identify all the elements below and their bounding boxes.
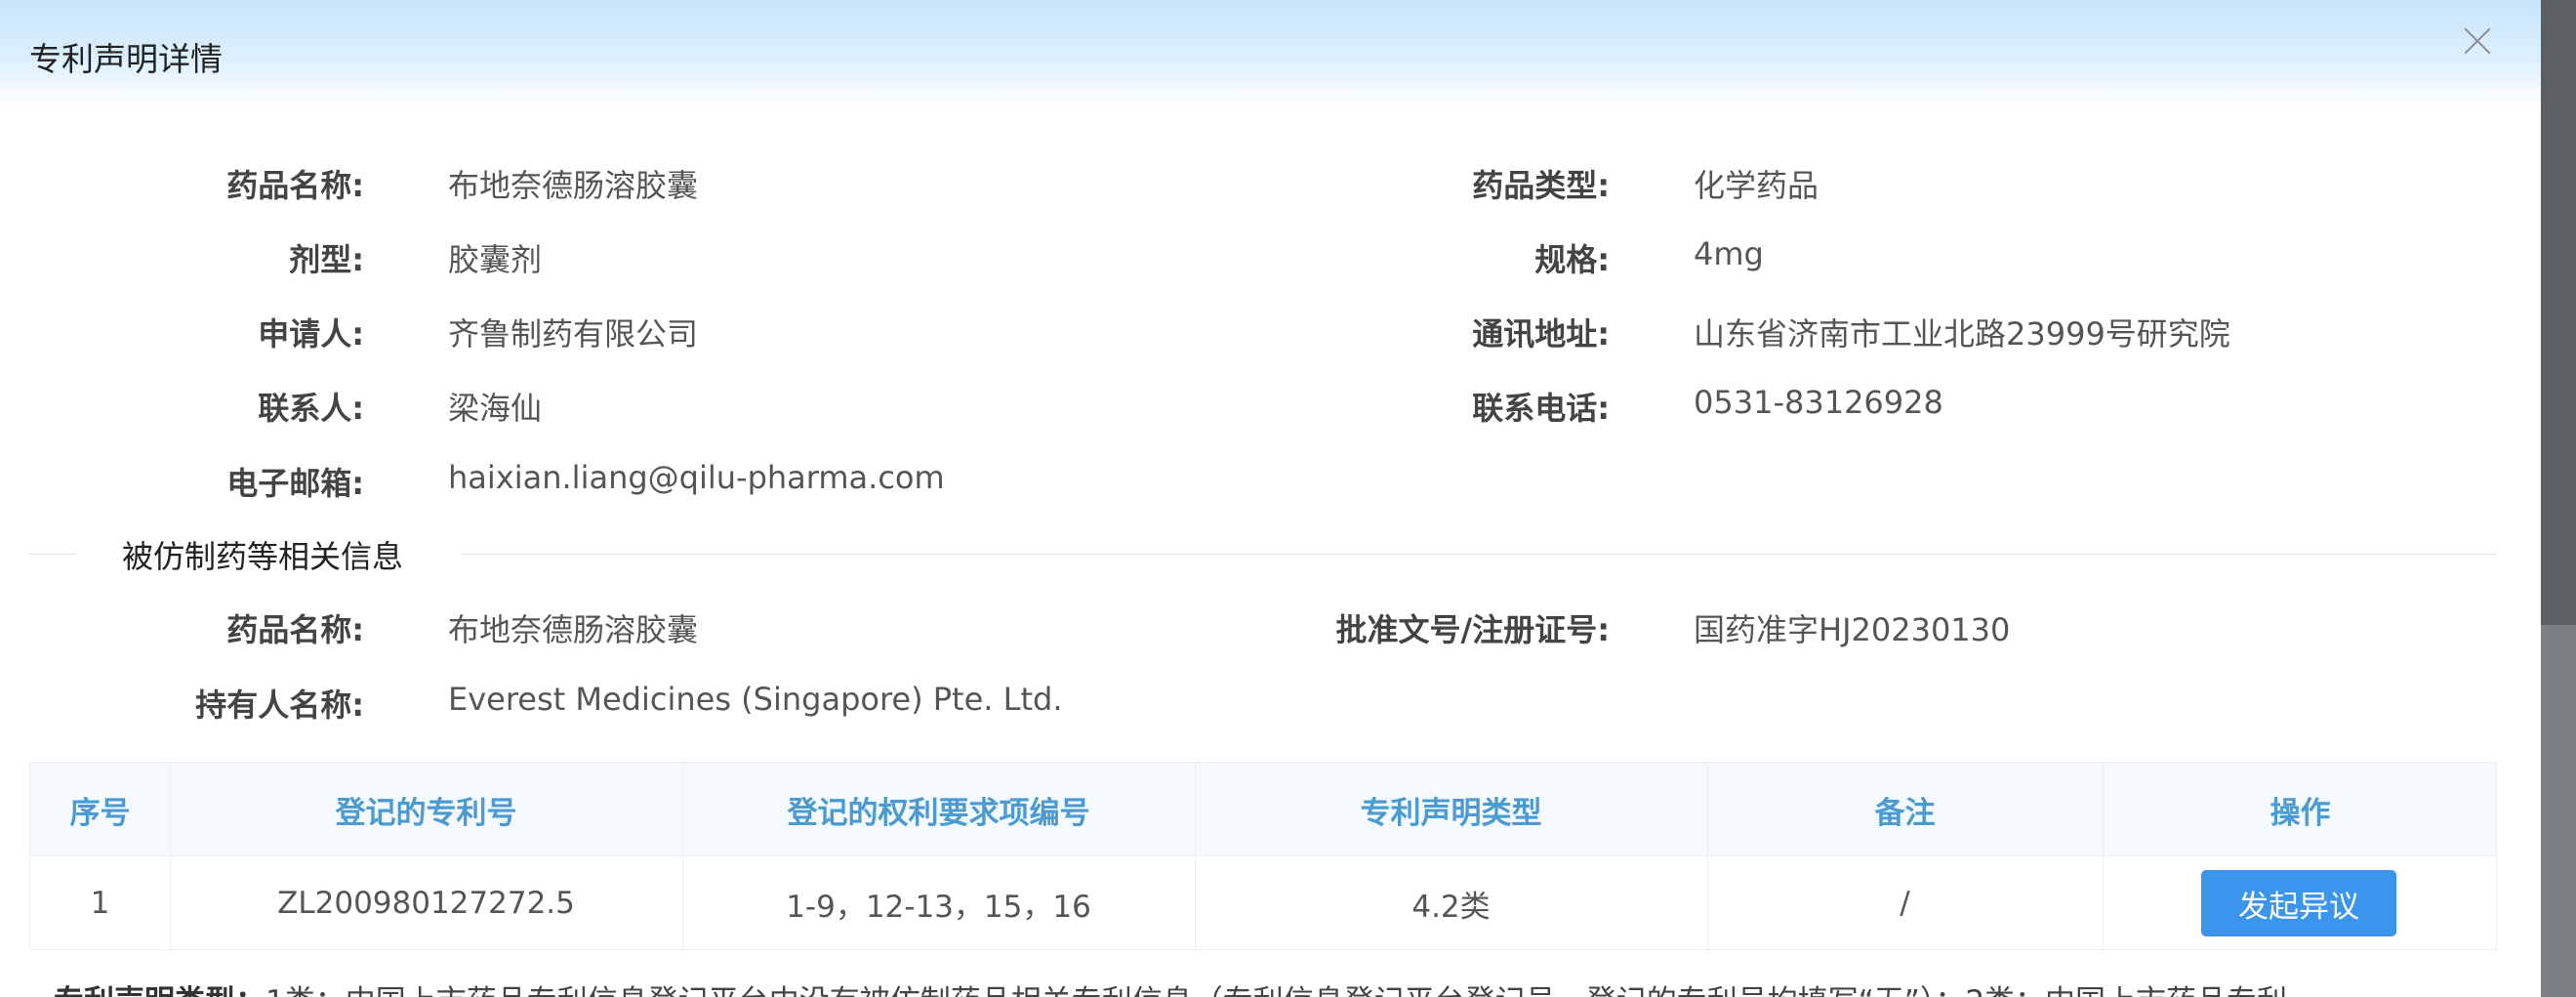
drug-name-value: 布地奈德肠溶胶囊 <box>448 167 699 204</box>
dialog-header: 专利声明详情 <box>0 0 2541 107</box>
background-window-edge <box>2541 0 2576 997</box>
footnote-label: 专利声明类型： <box>54 984 266 997</box>
approval-number-label: 批准文号/注册证号: <box>1335 611 1611 648</box>
table-cell-remark: / <box>1900 886 1910 921</box>
email-label: 电子邮箱: <box>226 465 364 502</box>
drug-type-label: 药品类型: <box>1472 167 1610 204</box>
column-header-action: 操作 <box>2269 795 2331 831</box>
approval-number-value: 国药准字HJ20230130 <box>1694 611 2011 648</box>
specification-value: 4mg <box>1694 235 1764 272</box>
column-header-claims: 登记的权利要求项编号 <box>787 795 1090 831</box>
contact-label: 联系人: <box>258 390 364 427</box>
dosage-form-label: 剂型: <box>289 241 364 278</box>
email-value: haixian.liang@qilu-pharma.com <box>448 459 945 496</box>
table-cell-index: 1 <box>90 886 110 921</box>
reference-drug-section-divider: 被仿制药等相关信息 <box>29 532 2497 575</box>
holder-value: Everest Medicines (Singapore) Pte. Ltd. <box>448 681 1063 718</box>
dialog-title: 专利声明详情 <box>29 40 223 78</box>
column-header-statement-type: 专利声明类型 <box>1360 795 1542 831</box>
contact-value: 梁海仙 <box>448 390 543 427</box>
drug-name-label: 药品名称: <box>226 167 364 204</box>
patent-statement-dialog: 专利声明详情 药品名称: 布地奈德肠溶胶囊 药品类型: 化学药品 剂型: 胶囊剂… <box>0 0 2541 997</box>
statement-type-footnote: 专利声明类型：1类：中国上市药品专利信息登记平台中没有被仿制药品相关专利信息（专… <box>54 976 2287 997</box>
phone-label: 联系电话: <box>1472 390 1610 427</box>
column-header-index: 序号 <box>69 795 131 831</box>
address-label: 通讯地址: <box>1472 315 1610 353</box>
section-title: 被仿制药等相关信息 <box>122 538 404 575</box>
address-value: 山东省济南市工业北路23999号研究院 <box>1694 315 2230 353</box>
reference-drug-name-value: 布地奈德肠溶胶囊 <box>448 611 699 648</box>
patent-table: 序号 登记的专利号 登记的权利要求项编号 专利声明类型 备注 操作 1 ZL20… <box>29 762 2497 950</box>
holder-label: 持有人名称: <box>195 686 364 724</box>
table-cell-claims: 1-9，12-13，15，16 <box>786 889 1091 925</box>
raise-objection-button[interactable]: 发起异议 <box>2201 870 2396 936</box>
specification-label: 规格: <box>1534 241 1610 278</box>
phone-value: 0531-83126928 <box>1694 384 1943 421</box>
table-cell-statement-type: 4.2类 <box>1411 889 1491 925</box>
dosage-form-value: 胶囊剂 <box>448 241 543 278</box>
close-icon[interactable] <box>2456 20 2499 62</box>
table-cell-patent-number: ZL200980127272.5 <box>277 886 575 921</box>
applicant-label: 申请人: <box>258 315 364 353</box>
column-header-remark: 备注 <box>1874 795 1936 831</box>
reference-drug-name-label: 药品名称: <box>226 611 364 648</box>
drug-type-value: 化学药品 <box>1694 167 1820 204</box>
column-header-patent-number: 登记的专利号 <box>335 795 517 831</box>
applicant-value: 齐鲁制药有限公司 <box>448 315 699 353</box>
footnote-text: 1类：中国上市药品专利信息登记平台中没有被仿制药品相关专利信息（专利信息登记平台… <box>266 984 2287 997</box>
